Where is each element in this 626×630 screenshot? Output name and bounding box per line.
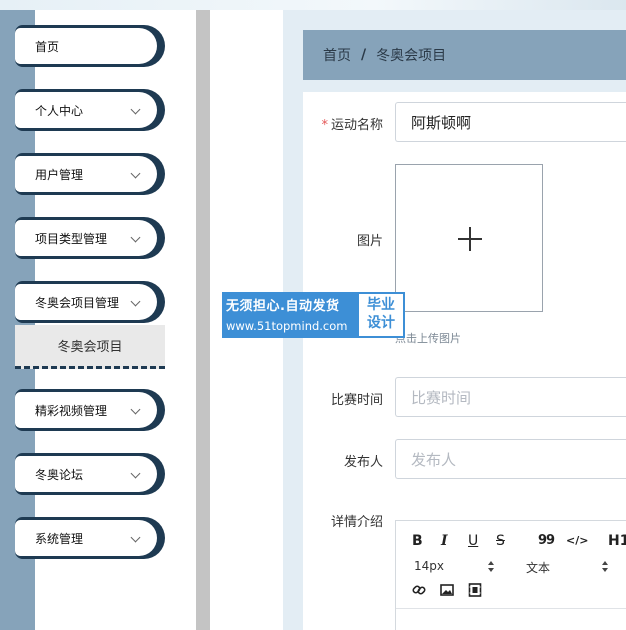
chevron-down-icon [130,468,141,479]
heading-button[interactable]: H1 [608,533,626,549]
menu-item-label: 用户管理 [35,167,84,182]
menu-item-label: 首页 [35,39,60,54]
underline-button[interactable]: U [468,533,478,549]
text-style-select[interactable]: 文本 [526,559,550,576]
menu-item-label: 系统管理 [35,531,84,546]
plus-icon [458,227,482,251]
bold-button[interactable]: B [412,533,423,549]
menu-item-label: 冬奥论坛 [35,467,84,482]
menu-item-forum[interactable]: 冬奥论坛 [15,453,165,495]
quote-icon[interactable]: 99 [538,533,555,548]
time-input[interactable]: 比赛时间 [395,377,626,417]
image-icon[interactable] [440,583,454,597]
name-input[interactable]: 阿斯顿啊 [395,102,626,142]
time-label: 比赛时间 [330,393,383,408]
publisher-label: 发布人 [343,455,383,470]
watermark-badge-line2: 设计 [367,315,395,331]
required-mark: * [321,118,328,133]
watermark-line1: 无须担心.自动发货 [226,299,340,314]
chevron-down-icon [130,296,141,307]
chevron-down-icon [130,532,141,543]
menu-item-system-management[interactable]: 系统管理 [15,517,165,559]
chevron-down-icon [130,232,141,243]
image-label: 图片 [356,234,383,249]
font-size-arrow-icon [488,561,494,573]
menu-item-home[interactable]: 首页 [15,25,165,67]
watermark-badge-line1: 毕业 [367,297,395,313]
name-label: * 运动名称 [310,114,383,133]
watermark-badge: 毕业 设计 [359,294,403,336]
rich-text-editor[interactable]: B I U S 99 </> H1 14px 文本 [395,520,626,630]
menu-item-video-management[interactable]: 精彩视频管理 [15,389,165,431]
top-bar [0,0,626,10]
font-size-select[interactable]: 14px [414,559,444,573]
sidebar: 首页 个人中心 用户管理 项目类型管理 冬奥会项目管理 冬奥会项目 精彩视频管理… [0,10,196,630]
breadcrumb: 首页 / 冬奥会项目 [303,30,626,80]
video-icon[interactable] [468,583,482,597]
menu-item-user-management[interactable]: 用户管理 [15,153,165,195]
breadcrumb-current: 冬奥会项目 [376,48,447,64]
editor-toolbar: B I U S 99 </> H1 14px 文本 [396,521,626,609]
watermark-text: 无须担心.自动发货 www.51topmind.com [222,292,357,338]
breadcrumb-separator: / [361,47,367,63]
breadcrumb-home[interactable]: 首页 [323,45,351,65]
watermark-line2: www.51topmind.com [226,319,348,333]
name-label-text: 运动名称 [330,118,383,133]
chevron-down-icon [130,404,141,415]
watermark-banner: 无须担心.自动发货 www.51topmind.com 毕业 设计 [222,292,405,338]
menu-item-personal-center[interactable]: 个人中心 [15,89,165,131]
submenu-item-winter-olympics-project[interactable]: 冬奥会项目 [15,325,165,369]
strike-button[interactable]: S [496,533,505,549]
menu-item-label: 冬奥会项目管理 [35,295,120,310]
italic-button[interactable]: I [441,533,448,549]
menu-item-winter-olympics-project-management[interactable]: 冬奥会项目管理 [15,281,165,323]
menu-item-project-type-management[interactable]: 项目类型管理 [15,217,165,259]
detail-label: 详情介绍 [330,515,383,530]
publisher-input[interactable]: 发布人 [395,439,626,479]
text-style-arrow-icon [602,561,608,573]
code-icon[interactable]: </> [566,534,588,547]
menu-item-label: 精彩视频管理 [35,403,108,418]
link-icon[interactable] [412,583,426,597]
chevron-down-icon [130,168,141,179]
menu-item-label: 项目类型管理 [35,231,108,246]
image-upload-box[interactable] [395,164,543,312]
sidebar-scrollbar[interactable] [196,10,210,630]
chevron-down-icon [130,104,141,115]
menu-item-label: 个人中心 [35,103,84,118]
